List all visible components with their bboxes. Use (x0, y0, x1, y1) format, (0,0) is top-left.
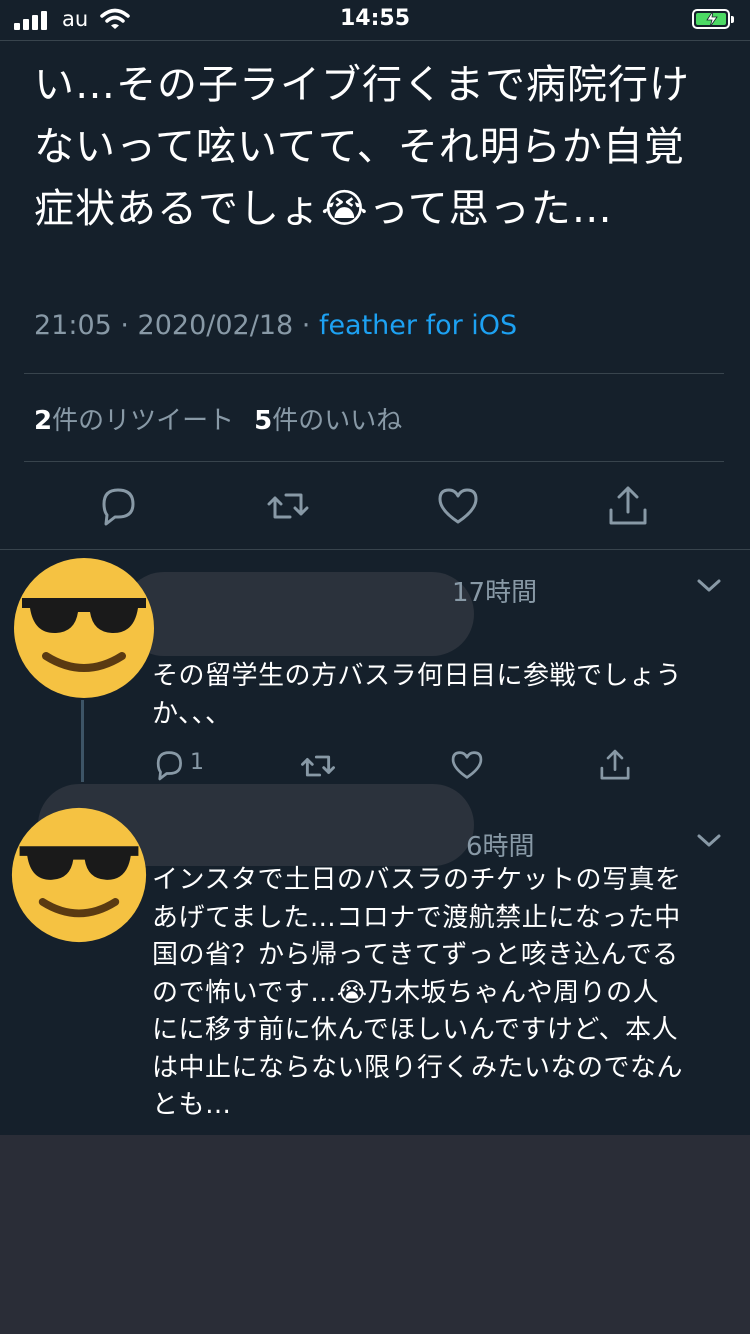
like-icon[interactable] (450, 748, 484, 782)
sunglasses-emoji-avatar[interactable] (10, 806, 148, 944)
battery-charging-icon (692, 9, 734, 29)
retweet-icon[interactable] (300, 748, 336, 784)
reply-action-bar: 1 (0, 748, 750, 784)
divider (24, 373, 724, 374)
retweet-icon[interactable] (266, 484, 310, 528)
tweet-action-bar (0, 484, 750, 528)
like-stat[interactable]: 5件のいいね (254, 406, 402, 436)
chevron-down-icon[interactable] (696, 575, 722, 595)
retweet-stat[interactable]: 2件のリツイート (34, 406, 234, 436)
share-icon[interactable] (598, 748, 632, 782)
like-count: 5 (254, 406, 273, 436)
reply-text: インスタで土日のバスラのチケットの写真を あげてました…コロナで渡航禁止になった… (152, 865, 684, 1120)
section-divider (0, 549, 750, 550)
tweet-timestamp: 21:05 · 2020/02/18 · (34, 310, 319, 341)
sunglasses-emoji-avatar[interactable] (12, 556, 156, 700)
reply-icon[interactable] (96, 484, 140, 528)
tweet-stats: 2件のリツイート 5件のいいね (34, 400, 402, 437)
retweet-count: 2 (34, 406, 53, 436)
reply-icon[interactable] (152, 748, 186, 782)
reply-time: 6時間 (466, 832, 535, 862)
tweet-source-link[interactable]: feather for iOS (319, 310, 517, 341)
chevron-down-icon[interactable] (696, 830, 722, 850)
clock: 14:55 (339, 6, 411, 31)
tweet-text: い…その子ライブ行くまで病院行け ないって呟いてて、それ明らか自覚 症状あるでし… (34, 62, 690, 232)
share-icon[interactable] (606, 484, 650, 528)
reply-text: その留学生の方バスラ何日目に参戦でしょう か、、、 (152, 661, 683, 729)
retweet-label: 件のリツイート (52, 406, 235, 436)
divider (24, 461, 724, 462)
like-icon[interactable] (436, 484, 480, 528)
status-bar: au 14:55 (0, 0, 750, 40)
reply-count: 1 (190, 750, 204, 775)
redacted-username (122, 572, 474, 656)
like-label: 件のいいね (272, 406, 403, 436)
tweet-meta: 21:05 · 2020/02/18 · feather for iOS (34, 310, 517, 341)
status-divider (0, 40, 750, 41)
reply-time: 17時間 (452, 578, 538, 608)
